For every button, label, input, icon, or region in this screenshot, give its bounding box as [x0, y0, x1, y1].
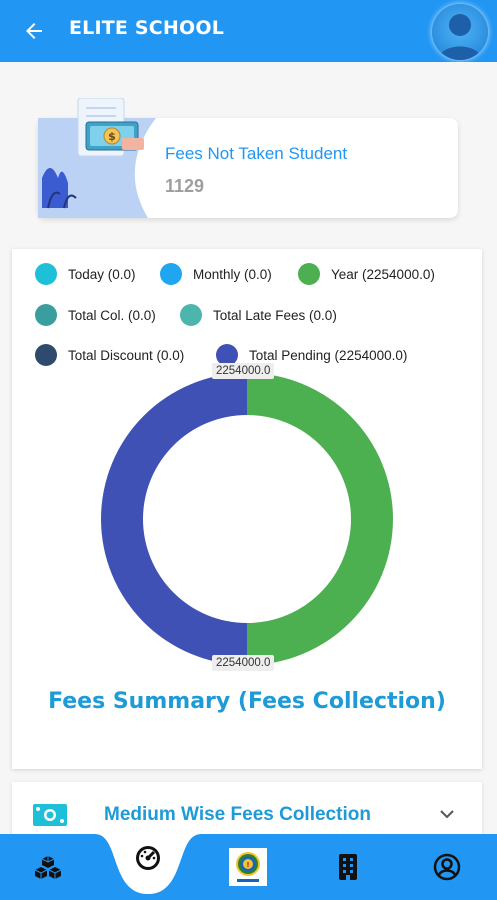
donut-top-value-label: 2254000.0	[212, 363, 275, 379]
dashboard-gauge-icon	[136, 846, 160, 870]
medium-wise-fees-card[interactable]: Medium Wise Fees Collection	[12, 782, 482, 842]
svg-text:$: $	[108, 130, 116, 143]
nav-cubes-button[interactable]	[28, 848, 68, 888]
donut-slice-total-pending	[101, 373, 247, 665]
donut-slice-year	[247, 373, 393, 665]
profile-icon	[433, 853, 461, 881]
chevron-down-icon[interactable]	[437, 804, 457, 824]
fees-not-taken-card[interactable]: $ Fees Not Taken Student 1129	[38, 98, 458, 218]
bottom-navigation: !	[0, 834, 497, 900]
chart-title: Fees Summary (Fees Collection)	[48, 689, 446, 714]
cubes-icon	[34, 856, 62, 879]
fees-not-taken-count: 1129	[165, 176, 205, 196]
school-logo-icon: !	[229, 848, 267, 886]
app-screen: ELITE SCHOOL $ Fees Not Taken Student 11	[0, 0, 497, 900]
nav-building-button[interactable]	[328, 847, 368, 887]
user-avatar-button[interactable]	[432, 4, 488, 60]
user-avatar-icon	[438, 14, 482, 60]
app-title: ELITE SCHOOL	[69, 17, 225, 39]
fees-not-taken-label: Fees Not Taken Student	[165, 144, 348, 163]
money-payment-illustration: $	[38, 98, 156, 218]
nav-school-logo-button[interactable]: !	[228, 847, 268, 887]
app-bar: ELITE SCHOOL	[0, 0, 497, 62]
building-icon	[339, 854, 357, 880]
medium-wise-fees-label: Medium Wise Fees Collection	[104, 804, 371, 825]
back-button[interactable]	[18, 15, 50, 47]
nav-profile-button[interactable]	[427, 847, 467, 887]
nav-dashboard-button[interactable]	[128, 838, 168, 878]
arrow-left-icon	[26, 23, 42, 39]
money-bill-icon	[33, 804, 67, 826]
svg-text:!: !	[246, 861, 249, 869]
fees-summary-card: Today (0.0) Monthly (0.0) Year (2254000.0)…	[12, 249, 482, 769]
donut-bottom-value-label: 2254000.0	[212, 655, 275, 671]
